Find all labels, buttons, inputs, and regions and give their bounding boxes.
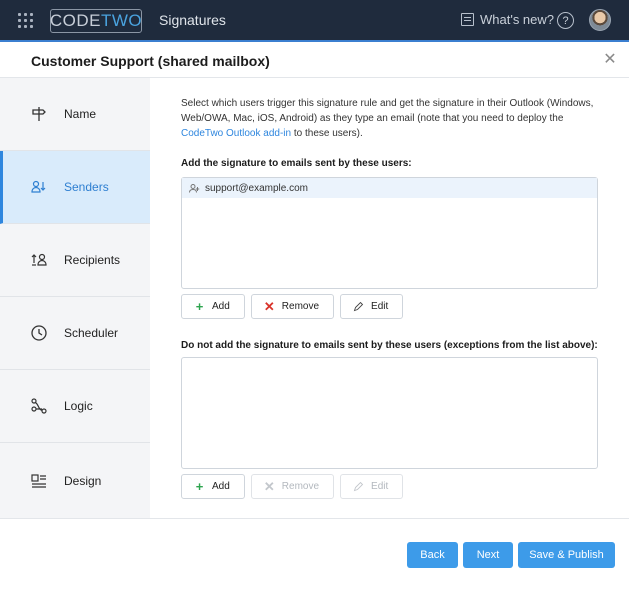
sidebar-item-recipients[interactable]: Recipients [0, 224, 150, 297]
include-heading: Add the signature to emails sent by thes… [181, 158, 412, 169]
sidebar-item-label: Senders [64, 180, 109, 194]
edit-label: Edit [371, 481, 389, 492]
remove-label: Remove [281, 481, 320, 492]
sidebar-item-label: Scheduler [64, 326, 119, 340]
top-bar: CODE TWO Signatures What's new? ? [0, 0, 629, 42]
senders-description: Select which users trigger this signatur… [181, 96, 601, 141]
app-launcher-icon[interactable] [18, 13, 34, 29]
exclude-users-list[interactable] [181, 357, 598, 469]
user-icon [189, 183, 200, 193]
sidebar-item-logic[interactable]: Logic [0, 370, 150, 443]
edit-button[interactable]: Edit [340, 294, 404, 319]
sidebar-item-label: Recipients [64, 253, 121, 267]
recipients-icon [30, 251, 48, 269]
senders-icon [30, 178, 48, 196]
clock-icon [30, 324, 48, 342]
close-icon[interactable]: ✕ [603, 52, 617, 68]
footer-divider [0, 518, 629, 519]
exclude-button-row: + Add ✕ Remove Edit [181, 474, 404, 499]
sidebar-item-name[interactable]: Name [0, 78, 150, 151]
edit-label: Edit [371, 301, 389, 312]
plus-icon: + [195, 299, 204, 314]
help-icon[interactable]: ? [557, 12, 574, 29]
news-icon [461, 13, 474, 26]
sidebar-item-label: Design [64, 473, 102, 488]
list-item-email: support@example.com [205, 182, 308, 194]
edit-exception-button[interactable]: Edit [340, 474, 404, 499]
sidebar-item-label: Logic [64, 399, 93, 413]
sidebar-item-scheduler[interactable]: Scheduler [0, 297, 150, 370]
avatar[interactable] [589, 9, 611, 31]
sidebar-item-label: Name [64, 107, 97, 121]
add-label: Add [212, 301, 230, 312]
wizard-sidebar: Name Senders Recipients Scheduler Logic … [0, 78, 150, 518]
include-button-row: + Add ✕ Remove Edit [181, 294, 404, 319]
whats-new-button[interactable]: What's new? [461, 12, 554, 27]
senders-panel: Select which users trigger this signatur… [150, 78, 629, 518]
include-users-list[interactable]: support@example.com [181, 177, 598, 289]
codetwo-logo[interactable]: CODE TWO [50, 9, 142, 33]
remove-label: Remove [281, 301, 320, 312]
add-exception-button[interactable]: + Add [181, 474, 245, 499]
sidebar-item-senders[interactable]: Senders [0, 151, 150, 224]
logic-icon [30, 397, 48, 415]
plus-icon: + [195, 479, 204, 494]
whats-new-label: What's new? [480, 12, 555, 27]
logo-code-text: CODE [49, 11, 101, 30]
remove-icon: ✕ [263, 299, 275, 314]
outlook-add-in-link[interactable]: CodeTwo Outlook add-in [181, 128, 291, 139]
back-button[interactable]: Back [407, 542, 458, 568]
remove-exception-button[interactable]: ✕ Remove [250, 474, 335, 499]
remove-button[interactable]: ✕ Remove [250, 294, 335, 319]
sidebar-item-design[interactable]: Design [0, 443, 150, 518]
pencil-icon [353, 481, 364, 492]
description-text: Select which users trigger this signatur… [181, 98, 594, 124]
next-button[interactable]: Next [463, 542, 513, 568]
add-label: Add [212, 481, 230, 492]
description-text-end: to these users). [291, 128, 363, 139]
design-icon [30, 472, 48, 490]
list-item[interactable]: support@example.com [182, 178, 597, 198]
signpost-icon [30, 105, 48, 123]
remove-icon: ✕ [263, 479, 275, 494]
add-button[interactable]: + Add [181, 294, 245, 319]
save-publish-button[interactable]: Save & Publish [518, 542, 615, 568]
dialog-title: Customer Support (shared mailbox) [31, 53, 270, 69]
logo-two-text: TWO [100, 11, 143, 30]
pencil-icon [353, 301, 364, 312]
app-title: Signatures [159, 12, 226, 28]
exclude-heading: Do not add the signature to emails sent … [181, 340, 598, 351]
